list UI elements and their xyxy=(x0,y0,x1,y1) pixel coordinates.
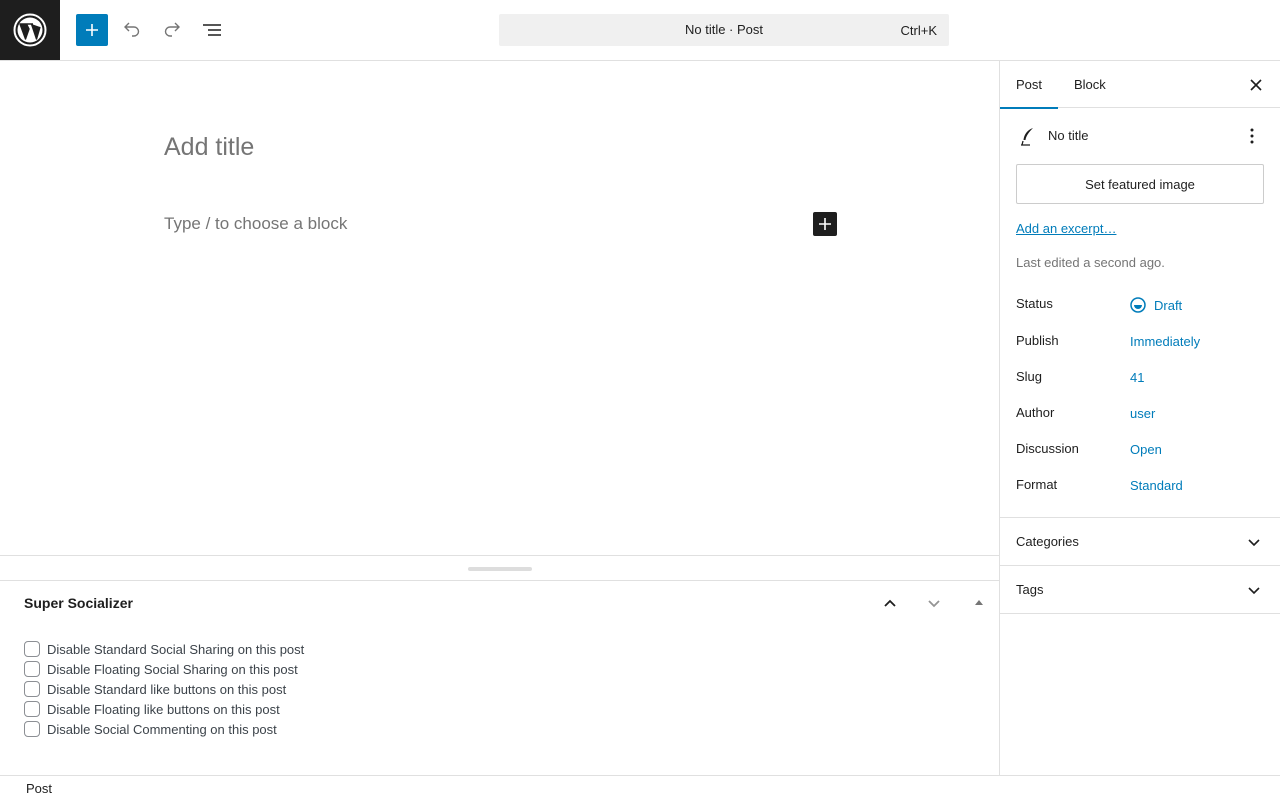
option-checkbox[interactable] xyxy=(24,661,40,677)
socializer-options: Disable Standard Social Sharing on this … xyxy=(24,639,304,739)
option-checkbox[interactable] xyxy=(24,701,40,717)
undo-icon xyxy=(124,22,140,37)
meta-row-discussion: Discussion Open xyxy=(1016,441,1264,461)
editor-canvas: Add title Type / to choose a block xyxy=(0,61,999,555)
meta-label: Status xyxy=(1016,296,1053,311)
option-row[interactable]: Disable Floating like buttons on this po… xyxy=(24,699,304,719)
categories-panel[interactable]: Categories xyxy=(1000,518,1280,566)
metabox-title: Super Socializer xyxy=(24,595,133,611)
option-checkbox[interactable] xyxy=(24,681,40,697)
meta-row-status: Status Draft xyxy=(1016,296,1264,316)
list-view-button[interactable] xyxy=(196,14,228,46)
tab-post[interactable]: Post xyxy=(1000,61,1059,109)
list-view-icon xyxy=(203,24,221,36)
option-row[interactable]: Disable Standard like buttons on this po… xyxy=(24,679,304,699)
status-value: Draft xyxy=(1154,297,1183,313)
post-title: No title xyxy=(1048,128,1089,143)
format-button[interactable]: Standard xyxy=(1130,478,1183,493)
plus-icon xyxy=(819,218,831,230)
caret-up-icon xyxy=(975,600,983,605)
meta-label: Discussion xyxy=(1016,441,1079,456)
option-row[interactable]: Disable Standard Social Sharing on this … xyxy=(24,639,304,659)
redo-icon xyxy=(164,22,180,37)
post-quill-icon xyxy=(1016,124,1040,148)
meta-boxes-resize-area xyxy=(0,555,999,581)
publish-date-button[interactable]: Immediately xyxy=(1130,334,1200,349)
option-checkbox[interactable] xyxy=(24,721,40,737)
option-label: Disable Standard like buttons on this po… xyxy=(47,681,287,697)
meta-label: Format xyxy=(1016,477,1058,492)
tab-block[interactable]: Block xyxy=(1058,61,1122,108)
meta-label: Publish xyxy=(1016,333,1059,348)
editor-footer: Post xyxy=(0,775,1280,800)
document-title: No title · Post xyxy=(684,22,764,37)
editor-header: No title · Post Ctrl+K xyxy=(0,0,1280,61)
panel-title: Categories xyxy=(1016,534,1079,549)
super-socializer-metabox: Super Socializer Disable Standard Social… xyxy=(0,581,999,775)
add-block-button[interactable] xyxy=(76,14,108,46)
last-edited-text: Last edited a second ago. xyxy=(1016,255,1165,270)
post-summary-panel: No title Set featured image Add an excer… xyxy=(1000,108,1280,518)
close-sidebar-button[interactable] xyxy=(1244,73,1268,97)
panel-title: Tags xyxy=(1016,582,1044,597)
more-vertical-icon xyxy=(1250,128,1254,144)
move-down-button[interactable] xyxy=(922,591,946,615)
command-shortcut: Ctrl+K xyxy=(900,23,937,38)
option-label: Disable Standard Social Sharing on this … xyxy=(47,641,305,657)
move-up-button[interactable] xyxy=(878,591,902,615)
option-row[interactable]: Disable Floating Social Sharing on this … xyxy=(24,659,304,679)
tags-panel[interactable]: Tags xyxy=(1000,566,1280,614)
inline-add-block-button[interactable] xyxy=(813,212,837,236)
option-label: Disable Floating Social Sharing on this … xyxy=(47,661,298,677)
resize-handle[interactable] xyxy=(468,567,532,571)
option-row[interactable]: Disable Social Commenting on this post xyxy=(24,719,304,739)
option-label: Disable Floating like buttons on this po… xyxy=(47,701,280,717)
sidebar-tabs: Post Block xyxy=(1000,61,1280,109)
toggle-panel-button[interactable] xyxy=(967,591,991,615)
chevron-up-icon xyxy=(884,599,896,607)
status-button[interactable]: Draft xyxy=(1130,297,1182,313)
meta-label: Author xyxy=(1016,405,1055,420)
chevron-down-icon xyxy=(928,600,940,608)
draft-status-icon xyxy=(1130,297,1146,313)
add-excerpt-link[interactable]: Add an excerpt… xyxy=(1016,221,1116,236)
close-icon xyxy=(1250,79,1262,91)
redo-button[interactable] xyxy=(156,14,188,46)
undo-button[interactable] xyxy=(116,14,148,46)
discussion-button[interactable]: Open xyxy=(1130,442,1162,457)
meta-row-author: Author user xyxy=(1016,405,1264,425)
breadcrumb[interactable]: Post xyxy=(26,781,52,796)
chevron-down-icon xyxy=(1244,580,1264,600)
wordpress-logo-icon[interactable] xyxy=(0,0,60,60)
post-actions-button[interactable] xyxy=(1240,124,1264,148)
meta-row-publish: Publish Immediately xyxy=(1016,333,1264,353)
set-featured-image-button[interactable]: Set featured image xyxy=(1016,164,1264,204)
meta-row-format: Format Standard xyxy=(1016,477,1264,497)
meta-label: Slug xyxy=(1016,369,1043,384)
meta-row-slug: Slug 41 xyxy=(1016,369,1264,389)
slug-button[interactable]: 41 xyxy=(1130,370,1144,385)
post-title-input[interactable]: Add title xyxy=(164,133,254,162)
plus-icon xyxy=(86,24,98,36)
settings-sidebar: Post Block No title Set featured image A… xyxy=(999,61,1280,775)
author-button[interactable]: user xyxy=(1130,406,1155,421)
command-palette-bar[interactable]: No title · Post Ctrl+K xyxy=(499,14,949,46)
chevron-down-icon xyxy=(1244,532,1264,552)
option-label: Disable Social Commenting on this post xyxy=(47,721,277,737)
block-appender[interactable]: Type / to choose a block xyxy=(164,214,347,234)
option-checkbox[interactable] xyxy=(24,641,40,657)
